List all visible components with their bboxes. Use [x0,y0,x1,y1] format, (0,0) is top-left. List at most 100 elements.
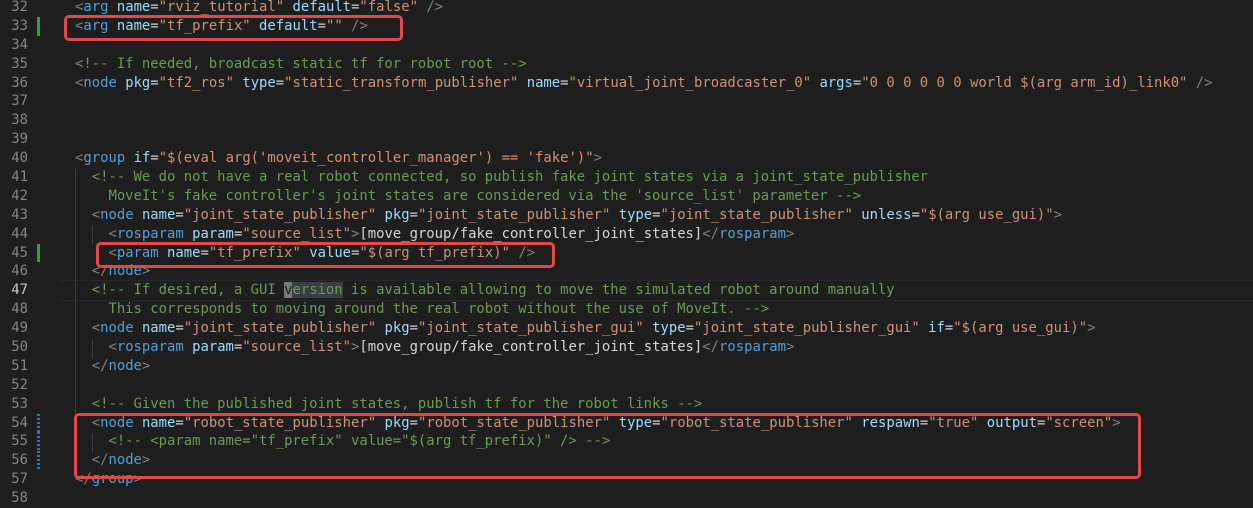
token-b: < [91,320,101,337]
code-line[interactable]: 53 <!-- Given the published joint states… [0,395,1253,414]
line-number: 32 [11,0,28,15]
line-number: 44 [11,225,28,242]
token-attr: if [928,320,945,337]
code-text: <!-- If desired, a GUI version is availa… [75,281,895,300]
git-added-indicator[interactable] [37,243,40,263]
token-attr: pkg [384,320,410,337]
token-b: > [1087,320,1096,337]
line-number: 33 [11,17,28,34]
line-number: 46 [11,263,28,280]
git-added-indicator[interactable] [37,16,40,36]
token-b: > [141,357,151,374]
line-number: 41 [11,169,28,186]
token-eq: = [652,206,661,223]
code-line[interactable]: 48 This corresponds to moving around the… [0,300,1253,319]
token-tag: node [108,357,142,374]
code-line[interactable]: 50 <rosparam param="source_list">[move_g… [0,338,1253,357]
code-line[interactable]: 36 <node pkg="tf2_ros" type="static_trans… [0,74,1253,93]
token-str: "joint_state_publisher" [183,206,377,223]
code-line[interactable]: 38 [0,111,1253,130]
token-comhl: ersion [292,282,343,299]
line-number: 53 [11,395,28,412]
code-line[interactable]: 47 <!-- If desired, a GUI version is ava… [0,280,1253,302]
token-attr: param [192,339,234,356]
token-str: "$(arg use_gui)" [953,320,1088,337]
line-number: 54 [11,414,28,431]
token-str: "false" [359,0,418,15]
token-b: > [785,225,795,242]
token-b: < [108,339,117,356]
code-line[interactable]: 41 <!-- We do not have a real robot conn… [0,168,1253,187]
token-tag: node [100,206,134,223]
line-number: 50 [11,339,28,356]
token-attr: name [116,0,151,15]
code-line[interactable]: 42 MoveIt's fake controller's joint stat… [0,187,1253,206]
code-line[interactable]: 39 [0,130,1253,149]
line-number: 38 [11,112,28,129]
code-text: MoveIt's fake controller's joint states … [75,187,861,206]
token-str: "tf2_ros" [158,74,234,91]
token-attr: type [618,206,653,223]
token-b: </ [91,357,109,374]
git-modified-indicator[interactable] [37,413,40,433]
token-com: is available allowing to move the simula… [342,282,895,299]
line-number: 43 [11,206,28,223]
token-eq: = [560,74,569,91]
indent-guide [92,339,93,358]
line-number: 55 [11,433,28,450]
token-eq: = [150,74,159,91]
token-str: "0 0 0 0 0 0 world $(arg arm_id)_link0" [861,74,1188,91]
token-txt: [move_group/fake_controller_joint_states… [359,339,703,356]
code-line[interactable]: 37 [0,92,1253,111]
token-str: "joint_state_publisher" [660,206,853,223]
highlight-box-tf-prefix-arg [64,15,403,41]
token-tag: rosparam [116,339,184,356]
token-eq: = [175,320,184,337]
token-attr: type [652,320,686,337]
line-number: 45 [11,244,28,261]
code-text: This corresponds to moving around the re… [75,300,769,319]
token-attr: type [242,74,276,91]
token-eq: = [150,0,159,15]
code-line[interactable]: 52 [0,376,1253,395]
highlight-box-tf-prefix-param [96,242,555,268]
code-line[interactable]: 40 <group if="$(eval arg('moveit_controll… [0,149,1253,168]
token-tag: rosparam [719,339,786,356]
token-attr: if [133,150,151,167]
code-text: <group if="$(eval arg('moveit_controller… [75,149,602,168]
token-str: "$(eval arg('moveit_controller_manager')… [158,150,594,167]
token-b: > [1053,206,1063,223]
token-tag: group [83,150,126,167]
line-number: 36 [11,74,28,91]
line-number: 39 [11,131,28,148]
git-modified-indicator[interactable] [37,451,40,471]
git-modified-indicator[interactable] [37,432,40,452]
code-line[interactable]: 51 </node> [0,357,1253,376]
token-b: /> [426,0,444,15]
code-text: <rosparam param="source_list">[move_grou… [75,338,794,357]
token-str: "joint_state_publisher_gui" [693,320,920,337]
code-line[interactable]: 35 <!-- If needed, broadcast static tf fo… [0,55,1253,74]
token-str: "virtual_joint_broadcaster_0" [568,74,812,91]
code-line[interactable]: 49 <node name="joint_state_publisher" pk… [0,319,1253,338]
token-eq: = [409,206,418,223]
token-eq: = [409,320,418,337]
token-str: "$(arg use_gui)" [919,206,1054,223]
token-attr: default [292,0,352,15]
code-line[interactable]: 58 [0,489,1253,508]
code-line[interactable]: 44 <rosparam param="source_list">[move_g… [0,225,1253,244]
line-number: 51 [11,357,28,374]
code-line[interactable]: 43 <node name="joint_state_publisher" pk… [0,206,1253,225]
line-number: 52 [11,376,28,393]
token-tag: rosparam [116,225,184,242]
